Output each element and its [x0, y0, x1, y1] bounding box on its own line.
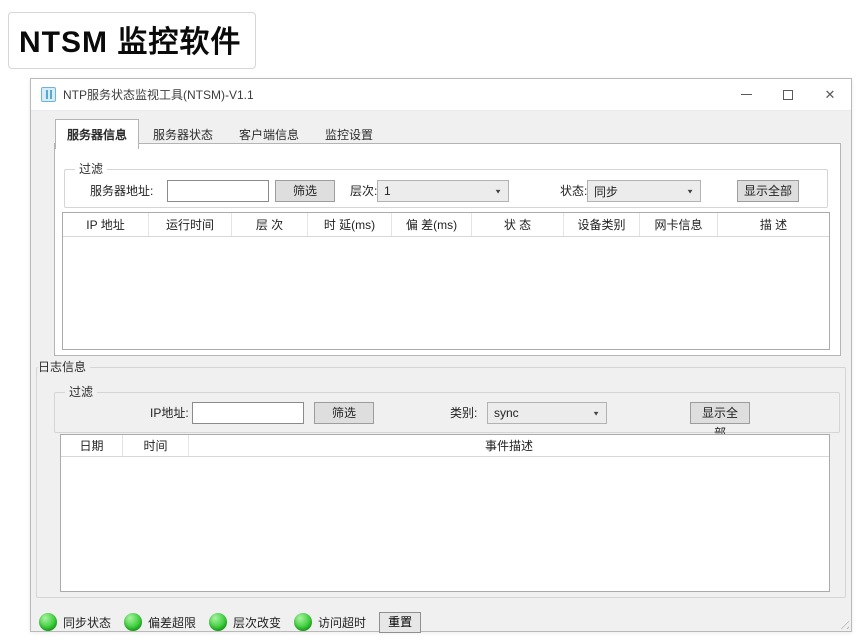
column-header-desc[interactable]: 描 述: [718, 213, 829, 236]
window-controls: ✕: [725, 79, 851, 110]
stratum-change-indicator: 层次改变: [209, 613, 281, 631]
column-header-status[interactable]: 状 态: [472, 213, 564, 236]
server-address-input[interactable]: [167, 180, 269, 202]
status-select-value: 同步: [588, 183, 686, 200]
log-ip-input[interactable]: [192, 402, 304, 424]
log-category-select-value: sync: [488, 406, 592, 420]
column-header-date[interactable]: 日期: [61, 435, 123, 456]
column-header-nic[interactable]: 网卡信息: [640, 213, 718, 236]
log-table[interactable]: 日期 时间 事件描述: [60, 434, 830, 592]
stratum-select-value: 1: [378, 184, 494, 198]
column-header-ip[interactable]: IP 地址: [63, 213, 149, 236]
minimize-icon: [741, 94, 752, 95]
resize-grip[interactable]: [837, 617, 849, 629]
column-header-device[interactable]: 设备类别: [564, 213, 640, 236]
server-filter-button[interactable]: 筛选: [275, 180, 335, 202]
sync-status-indicator: 同步状态: [39, 613, 111, 631]
log-filter-group-label: 过滤: [65, 385, 97, 399]
maximize-icon: [783, 90, 793, 100]
tab-server-info[interactable]: 服务器信息: [55, 119, 139, 149]
stratum-change-label: 层次改变: [233, 614, 281, 631]
access-timeout-label: 访问超时: [318, 614, 366, 631]
window-title: NTP服务状态监视工具(NTSM)-V1.1: [63, 86, 254, 103]
log-table-body[interactable]: [61, 457, 829, 591]
page-heading: NTSM 监控软件: [8, 12, 256, 69]
close-button[interactable]: ✕: [809, 79, 851, 110]
app-window: NTP服务状态监视工具(NTSM)-V1.1 ✕ 服务器信息 服务器状态 客户端…: [30, 78, 852, 632]
log-category-select[interactable]: sync ▼: [487, 402, 607, 424]
chevron-down-icon: ▼: [686, 187, 700, 194]
stratum-label: 层次:: [350, 180, 377, 202]
log-info-group-label: 日志信息: [38, 360, 90, 374]
log-filter-button[interactable]: 筛选: [314, 402, 374, 424]
status-bar: 同步状态 偏差超限 层次改变 访问超时 重置: [39, 610, 421, 634]
log-show-all-button[interactable]: 显示全部: [690, 402, 750, 424]
column-header-stratum[interactable]: 层 次: [232, 213, 308, 236]
tab-strip: 服务器信息 服务器状态 客户端信息 监控设置: [55, 119, 387, 149]
log-category-label: 类别:: [450, 402, 477, 424]
server-table-header-row: IP 地址 运行时间 层 次 时 延(ms) 偏 差(ms) 状 态 设备类别 …: [63, 213, 829, 237]
close-icon: ✕: [825, 87, 836, 103]
server-address-label: 服务器地址:: [90, 180, 153, 202]
column-header-offset[interactable]: 偏 差(ms): [392, 213, 472, 236]
tab-monitor-settings[interactable]: 监控设置: [313, 120, 385, 150]
chevron-down-icon: ▼: [592, 409, 606, 416]
server-table[interactable]: IP 地址 运行时间 层 次 时 延(ms) 偏 差(ms) 状 态 设备类别 …: [62, 212, 830, 350]
window-titlebar[interactable]: NTP服务状态监视工具(NTSM)-V1.1 ✕: [31, 79, 851, 111]
column-header-event[interactable]: 事件描述: [189, 435, 829, 456]
server-show-all-button[interactable]: 显示全部: [737, 180, 799, 202]
reset-button[interactable]: 重置: [379, 612, 421, 633]
status-label: 状态:: [560, 180, 587, 202]
server-filter-group-label: 过滤: [75, 162, 107, 176]
green-ball-icon: [209, 613, 227, 631]
green-ball-icon: [124, 613, 142, 631]
sync-status-label: 同步状态: [63, 614, 111, 631]
status-select[interactable]: 同步 ▼: [587, 180, 701, 202]
tab-server-status[interactable]: 服务器状态: [141, 120, 225, 150]
minimize-button[interactable]: [725, 79, 767, 110]
screen: NTSM 监控软件 NTP服务状态监视工具(NTSM)-V1.1 ✕ 服务器信息…: [0, 0, 867, 644]
tab-client-info[interactable]: 客户端信息: [227, 120, 311, 150]
column-header-time[interactable]: 时间: [123, 435, 189, 456]
offset-exceeded-indicator: 偏差超限: [124, 613, 196, 631]
green-ball-icon: [39, 613, 57, 631]
log-ip-label: IP地址:: [150, 402, 189, 424]
stratum-select[interactable]: 1 ▼: [377, 180, 509, 202]
log-table-header-row: 日期 时间 事件描述: [61, 435, 829, 457]
green-ball-icon: [294, 613, 312, 631]
server-table-body[interactable]: [63, 237, 829, 350]
column-header-uptime[interactable]: 运行时间: [149, 213, 232, 236]
chevron-down-icon: ▼: [494, 187, 508, 194]
offset-exceeded-label: 偏差超限: [148, 614, 196, 631]
server-info-panel: 过滤 服务器地址: 筛选 层次: 1 ▼ 状态: 同步 ▼ 显示全部 IP 地址…: [54, 143, 841, 356]
maximize-button[interactable]: [767, 79, 809, 110]
access-timeout-indicator: 访问超时: [294, 613, 366, 631]
app-icon: [41, 87, 56, 102]
column-header-delay[interactable]: 时 延(ms): [308, 213, 392, 236]
log-info-group: 日志信息 过滤 IP地址: 筛选 类别: sync ▼ 显示全部 日期 时间 事…: [36, 367, 846, 598]
